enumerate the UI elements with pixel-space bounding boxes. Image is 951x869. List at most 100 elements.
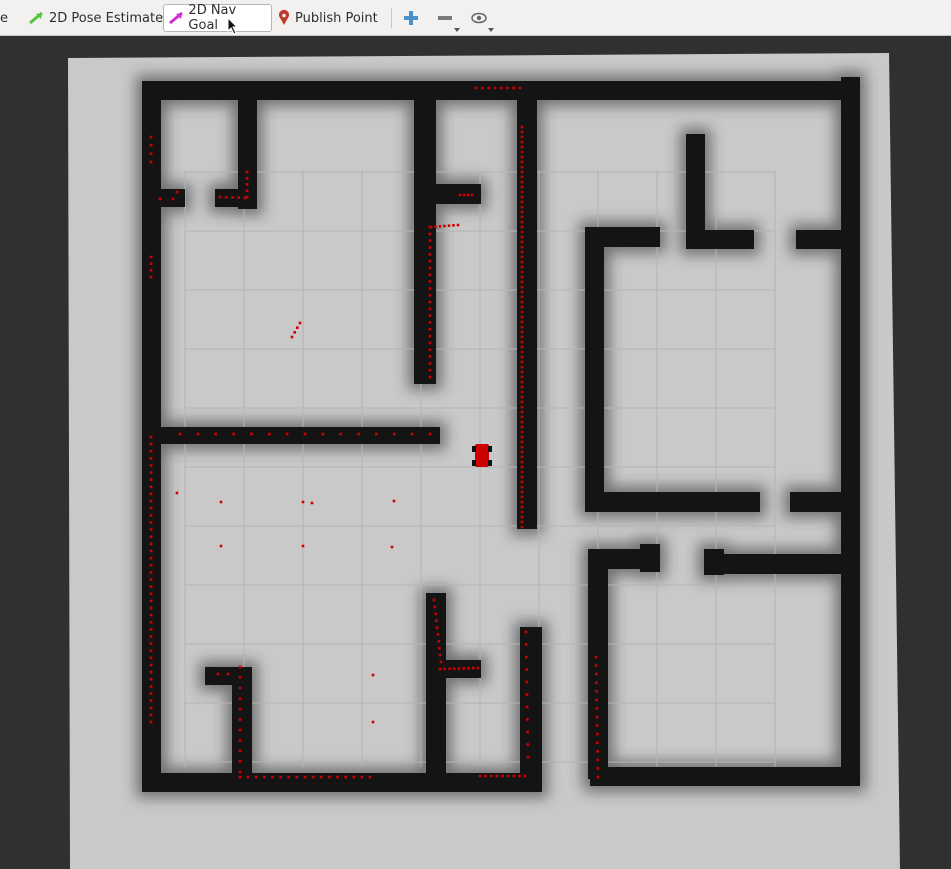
scan-point [520, 370, 524, 374]
zoom-out-button[interactable] [432, 6, 460, 32]
scan-point [526, 755, 530, 759]
scan-point [428, 368, 432, 372]
scan-point [520, 255, 524, 259]
scan-point [462, 193, 466, 197]
pose-estimate-button[interactable]: 2D Pose Estimate [24, 4, 167, 32]
scan-point [520, 350, 524, 354]
scan-point [520, 525, 524, 529]
scan-point [231, 196, 234, 199]
scan-point [520, 460, 524, 464]
scan-point [520, 455, 524, 459]
scan-point [438, 653, 442, 657]
scan-point [520, 500, 524, 504]
map-viewport[interactable] [0, 37, 951, 869]
scan-point [296, 326, 299, 329]
scan-point [520, 435, 524, 439]
scan-point [428, 432, 432, 436]
scan-point [520, 445, 524, 449]
scan-point [428, 355, 432, 358]
scan-point [149, 275, 153, 279]
publish-point-button[interactable]: Publish Point [274, 4, 382, 32]
scan-point [219, 544, 223, 548]
scan-point [254, 775, 258, 779]
scan-point [487, 86, 490, 90]
scan-point [371, 720, 375, 724]
scan-point [149, 492, 153, 496]
scan-point [520, 400, 524, 404]
scan-point [525, 680, 529, 684]
nav-goal-button[interactable]: 2D Nav Goal [163, 3, 272, 33]
view-options-button[interactable] [466, 6, 494, 32]
scan-point [506, 774, 510, 778]
scan-point [149, 255, 153, 259]
scan-point [319, 775, 323, 779]
robot-wheel [488, 460, 492, 466]
scan-point [428, 280, 432, 283]
scan-point [596, 758, 599, 762]
scan-point [512, 86, 515, 90]
robot[interactable] [472, 444, 492, 467]
scan-point [149, 435, 153, 439]
scan-point [520, 195, 524, 199]
scan-point [149, 571, 153, 574]
scan-point [595, 672, 598, 676]
scan-point [428, 259, 432, 263]
scan-point [245, 176, 249, 180]
scan-point [523, 774, 527, 778]
scan-point [219, 500, 223, 504]
scan-point [290, 335, 294, 339]
scan-point [271, 775, 274, 779]
scan-point [149, 720, 153, 724]
scan-point [149, 499, 153, 503]
scan-point [520, 230, 524, 234]
scan-point [237, 196, 240, 199]
scan-point [149, 549, 153, 553]
scan-point [520, 480, 524, 484]
scan-point [520, 240, 524, 244]
scan-point [520, 200, 524, 204]
scan-point [520, 420, 524, 424]
scan-point [435, 626, 439, 629]
scan-point [149, 585, 153, 588]
magenta-arrow-icon [169, 11, 183, 25]
scan-point [301, 544, 305, 548]
scan-point [428, 293, 432, 297]
scan-point [520, 150, 524, 154]
scan-point [520, 300, 524, 304]
scan-point [428, 246, 432, 249]
toolbar-separator [391, 8, 392, 28]
scan-point [476, 666, 480, 670]
wall-segment [585, 492, 760, 512]
scan-point [149, 621, 153, 624]
scan-point [520, 275, 524, 279]
scan-point [238, 697, 242, 700]
scan-point [285, 432, 289, 436]
scan-point [246, 775, 250, 779]
scan-point [295, 775, 299, 779]
scan-point [375, 432, 378, 436]
scan-point [149, 556, 153, 560]
scan-point [149, 692, 153, 695]
scan-point [520, 225, 524, 229]
scan-point [149, 135, 153, 139]
scan-point [268, 432, 271, 436]
scan-point [520, 245, 524, 249]
scan-point [171, 197, 175, 201]
scan-point [520, 170, 524, 174]
scan-point [238, 749, 242, 753]
map-scene[interactable] [0, 37, 951, 869]
scan-point [439, 660, 443, 664]
scan-point [452, 224, 455, 227]
scan-point [238, 718, 242, 721]
scan-point [149, 663, 153, 667]
wall-segment [686, 230, 754, 249]
scan-point [428, 328, 432, 331]
scan-point [293, 331, 296, 334]
truncated-tool-button[interactable]: e [0, 4, 12, 32]
scan-point [456, 223, 460, 227]
scan-point [436, 633, 440, 636]
scan-point [526, 730, 529, 734]
scan-point [410, 432, 414, 436]
zoom-in-button[interactable] [398, 6, 424, 30]
scan-point [149, 464, 153, 467]
